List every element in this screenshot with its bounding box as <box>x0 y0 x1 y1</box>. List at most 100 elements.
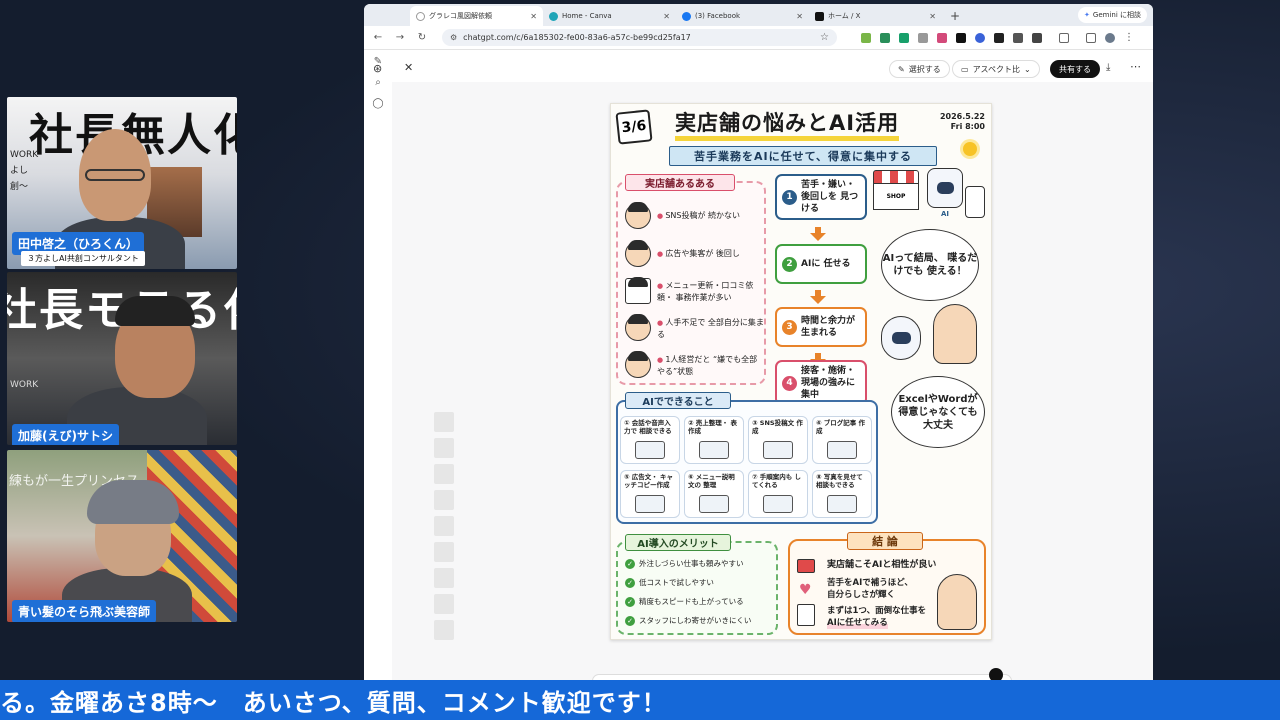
chevron-down-icon: ⌄ <box>1024 64 1031 74</box>
chat-left-rail: ✎ ⌕ ◯ <box>364 50 392 680</box>
robot-icon <box>881 316 921 360</box>
participant-name: 加藤(えび)サトシ <box>12 424 119 445</box>
more-options-icon[interactable]: ⋯ <box>1130 60 1141 73</box>
conclusion-text: 自分らしさが輝く <box>827 590 896 600</box>
ai-can-item: ③ SNS投稿文 作成 <box>748 416 808 464</box>
url-text: chatgpt.com/c/6a185302-fe00-83a6-a57c-be… <box>463 33 691 42</box>
menu-book-icon <box>699 495 729 513</box>
blog-icon <box>827 441 857 459</box>
select-label: 選択する <box>908 64 941 74</box>
extension-icon[interactable] <box>899 32 909 43</box>
aruaru-item: メニュー更新・口コミ依頼・ 事務作業が多い <box>625 273 765 309</box>
menu-kebab-icon[interactable]: ⋮ <box>1124 32 1134 43</box>
ai-can-item: ① 会話や音声入力で 相談できる <box>620 416 680 464</box>
extension-icon[interactable] <box>994 32 1004 43</box>
extension-icon[interactable] <box>956 32 966 43</box>
close-icon[interactable]: ✕ <box>796 12 803 21</box>
address-bar[interactable]: ⚙ chatgpt.com/c/6a185302-fe00-83a6-a57c-… <box>442 29 837 46</box>
heart-icon: ♥ <box>799 582 812 598</box>
download-icon[interactable]: ⤓ <box>1106 62 1110 73</box>
new-chat-icon[interactable]: ✎ <box>374 56 382 67</box>
aruaru-item: 広告や集客が 後回し <box>625 236 765 272</box>
tab-label: グラレコ風図解依頼 <box>429 12 492 20</box>
spreadsheet-icon <box>699 441 729 459</box>
extension-icon[interactable] <box>975 32 985 43</box>
megaphone-icon <box>635 495 665 513</box>
tab-canva[interactable]: Home - Canva ✕ <box>543 6 676 26</box>
conclusion-text: 苦手をAIで補うほど、 <box>827 578 913 588</box>
check-icon: ✓ <box>625 558 635 569</box>
extension-icon[interactable] <box>937 32 947 43</box>
extension-icon[interactable] <box>1013 32 1023 43</box>
clipboard-icon <box>797 604 815 626</box>
extension-icon[interactable] <box>880 32 890 43</box>
browser-toolbar: ← → ↻ ⚙ chatgpt.com/c/6a185302-fe00-83a6… <box>364 26 1153 50</box>
time-text: Fri 8:00 <box>950 122 985 131</box>
ai-can-item: ② 売上整理・ 表作成 <box>684 416 744 464</box>
backdrop-small-text: 創～ <box>10 182 29 192</box>
extensions-puzzle-icon[interactable] <box>1032 32 1042 43</box>
smartphone-icon <box>965 186 985 218</box>
flow-step: 1 苦手・嫌い・ 後回しを 見つける <box>775 174 867 220</box>
stressed-person-icon <box>625 351 651 378</box>
site-info-icon[interactable]: ⚙ <box>450 33 457 42</box>
select-button[interactable]: ✎ 選択する <box>889 60 950 78</box>
ai-can-item: ⑧ 写真を見せて 相談もできる <box>812 470 872 518</box>
close-icon[interactable]: ✕ <box>530 12 537 21</box>
page-badge: 3/6 <box>615 109 653 145</box>
aspect-ratio-button[interactable]: ▭ アスペクト比 ⌄ <box>952 60 1040 78</box>
check-icon: ✓ <box>625 577 635 588</box>
gemini-button[interactable]: ✦ Gemini に相談 <box>1078 7 1147 23</box>
new-tab-button[interactable]: + <box>942 6 968 26</box>
chat-history-icon[interactable]: ◯ <box>372 98 383 109</box>
reload-icon[interactable]: ↻ <box>416 32 428 43</box>
infographic-date: 2026.5.22 Fri 8:00 <box>940 112 985 132</box>
smartphone-icon <box>763 441 793 459</box>
glasses-icon <box>85 169 145 181</box>
close-icon[interactable]: ✕ <box>929 12 936 21</box>
download-icon[interactable] <box>1086 32 1096 43</box>
busy-person-icon <box>625 314 651 341</box>
backdrop-small-text: WORK <box>10 380 39 390</box>
robot-icon <box>927 168 963 208</box>
back-icon[interactable]: ← <box>372 32 384 43</box>
ai-can-item: ④ ブログ記事 作成 <box>812 416 872 464</box>
photo-food-icon <box>827 495 857 513</box>
step-list-icon <box>763 495 793 513</box>
bookmark-star-icon[interactable]: ☆ <box>820 32 829 43</box>
tab-chatgpt[interactable]: グラレコ風図解依頼 ✕ <box>410 6 543 26</box>
participant-video-2: 社長モテる化 WORK 加藤(えび)サトシ <box>7 272 237 445</box>
aruaru-item: SNS投稿が 続かない <box>625 198 765 234</box>
search-icon[interactable]: ⌕ <box>375 77 381 88</box>
infographic-image[interactable]: 3/6 実店舗の悩みとAI活用 2026.5.22 Fri 8:00 苦手業務を… <box>610 103 992 640</box>
close-icon[interactable]: ✕ <box>663 12 670 21</box>
clipboard-icon <box>625 277 651 304</box>
tab-x[interactable]: ホーム / X ✕ <box>809 6 942 26</box>
send-button[interactable] <box>989 668 1003 680</box>
announcement-ticker: る。金曜あさ8時～ あいさつ、質問、コメント歓迎です！ <box>0 680 1280 720</box>
facebook-icon <box>682 11 691 21</box>
merit-item: ✓ 低コストで試しやすい <box>625 577 714 588</box>
avatar[interactable] <box>1105 32 1115 43</box>
tab-facebook[interactable]: (3) Facebook ✕ <box>676 6 809 26</box>
arrow-down-icon <box>810 227 826 241</box>
aspect-ratio-icon: ▭ <box>961 64 969 74</box>
backdrop-small-text: WORK <box>10 150 39 160</box>
aruaru-item: 人手不足で 全部自分に集まる <box>625 310 765 346</box>
merits-header: AI導入のメリット <box>625 534 731 551</box>
sun-icon <box>963 142 977 156</box>
sidepanel-icon[interactable] <box>1059 32 1069 43</box>
canva-icon <box>549 11 558 21</box>
tab-label: (3) Facebook <box>695 12 741 20</box>
chatgpt-icon <box>416 11 425 21</box>
extension-icon[interactable] <box>861 32 871 43</box>
tab-label: Home - Canva <box>562 12 612 20</box>
participant-title: ３方よしAI共創コンサルタント <box>21 251 145 266</box>
flow-step: 3 時間と余力が 生まれる <box>775 307 867 347</box>
share-button[interactable]: 共有する <box>1050 60 1100 78</box>
extension-icon[interactable] <box>918 32 928 43</box>
woman-character-icon <box>937 574 977 630</box>
forward-icon[interactable]: → <box>394 32 406 43</box>
select-icon: ✎ <box>898 64 905 74</box>
close-icon[interactable]: ✕ <box>404 61 413 74</box>
